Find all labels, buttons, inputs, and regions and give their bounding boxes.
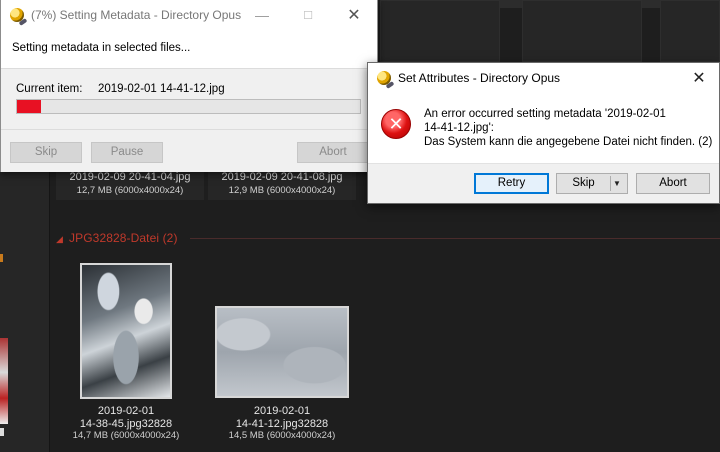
window-controls: — ☐ ✕ (239, 0, 377, 30)
file-caption[interactable]: 2019-02-01 14-41-12.jpg32828 14,5 MB (60… (208, 405, 356, 443)
file-tile-top[interactable] (660, 0, 720, 62)
minimize-button[interactable]: — (239, 0, 285, 30)
progress-title: (7%) Setting Metadata - Directory Opus (31, 8, 242, 22)
error-x-icon: ✕ (381, 109, 411, 139)
error-button-row: Retry Skip ▼ Abort (368, 163, 719, 203)
directory-opus-icon (377, 70, 391, 85)
file-meta: 14,7 MB (6000x4000x24) (72, 430, 180, 441)
photo-snow (217, 308, 347, 396)
dropdown-arrow-icon[interactable]: ▼ (613, 174, 621, 193)
file-tile-top[interactable] (522, 0, 642, 62)
rail-marker (0, 254, 3, 262)
file-meta: 12,7 MB (6000x4000x24) (76, 185, 184, 196)
skip-split-divider (610, 176, 611, 191)
progress-dialog: (7%) Setting Metadata - Directory Opus —… (0, 0, 378, 172)
progress-bar-fill (17, 100, 41, 113)
progress-message: Setting metadata in selected files... (12, 42, 191, 54)
skip-button[interactable]: Skip ▼ (556, 173, 628, 194)
file-tile[interactable]: 2019-02-09 20-41-04.jpg 12,7 MB (6000x40… (56, 168, 204, 200)
rail-marker-bottom (0, 428, 4, 436)
file-meta: 14,5 MB (6000x4000x24) (228, 430, 336, 441)
pause-button-disabled: Pause (91, 142, 163, 163)
rail-thumbnail[interactable] (0, 338, 8, 424)
photo-ice (82, 265, 170, 397)
file-name-line1: 2019-02-01 (97, 405, 155, 417)
progress-button-row: Skip Pause Abort (1, 130, 377, 172)
close-button[interactable]: ✕ (679, 63, 719, 92)
file-name-line2: 14-41-12.jpg32828 (235, 417, 329, 430)
file-name-line2: 14-38-45.jpg32828 (79, 417, 173, 430)
error-message-line: An error occurred setting metadata '2019… (424, 108, 666, 120)
image-thumbnail[interactable] (215, 306, 349, 398)
abort-button[interactable]: Abort (636, 173, 710, 194)
progress-bar (16, 99, 361, 114)
image-thumbnail[interactable] (80, 263, 172, 399)
error-message: An error occurred setting metadata '2019… (424, 107, 714, 149)
file-tile[interactable]: 2019-02-09 20-41-08.jpg 12,9 MB (6000x40… (208, 168, 356, 200)
error-titlebar[interactable]: Set Attributes - Directory Opus ✕ (368, 63, 719, 92)
file-name-line1: 2019-02-01 (253, 405, 311, 417)
directory-opus-icon (10, 8, 24, 22)
current-item-value: 2019-02-01 14-41-12.jpg (98, 83, 225, 95)
skip-button-disabled: Skip (10, 142, 82, 163)
file-tile-top[interactable] (380, 0, 500, 62)
chevron-down-icon[interactable]: ◢ (56, 234, 63, 245)
skip-button-label: Skip (572, 177, 595, 189)
group-divider (190, 238, 720, 239)
error-title: Set Attributes - Directory Opus (398, 70, 561, 85)
error-message-line: 14-41-12.jpg': (424, 122, 494, 134)
close-button[interactable]: ✕ (331, 0, 377, 30)
file-caption[interactable]: 2019-02-01 14-38-45.jpg32828 14,7 MB (60… (52, 405, 200, 443)
retry-button[interactable]: Retry (474, 173, 549, 194)
group-label: JPG32828-Datei (2) (69, 231, 178, 245)
abort-button-disabled: Abort (297, 142, 369, 163)
group-header[interactable]: ◢ JPG32828-Datei (2) (56, 231, 178, 245)
current-item-label: Current item: (16, 83, 83, 95)
error-message-line: Das System kann die angegebene Datei nic… (424, 136, 713, 148)
progress-titlebar[interactable]: (7%) Setting Metadata - Directory Opus —… (1, 0, 377, 30)
maximize-button[interactable]: ☐ (285, 0, 331, 30)
file-meta: 12,9 MB (6000x4000x24) (228, 185, 336, 196)
error-dialog: Set Attributes - Directory Opus ✕ ✕ An e… (367, 62, 720, 204)
window-controls: ✕ (679, 63, 719, 93)
